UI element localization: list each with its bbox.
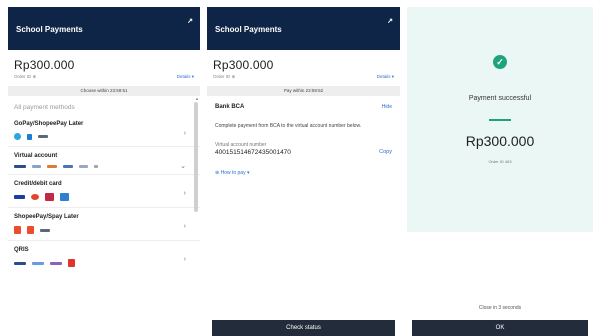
virtual-account-screen: School Payments ↗ Rp300.000 Order ID ⊕ D…: [207, 7, 400, 336]
success-area: ✓ Payment successful Rp300.000 Order ID …: [407, 7, 593, 232]
check-circle-icon: ✓: [493, 55, 507, 69]
jcb-logo: [45, 193, 54, 201]
ok-button[interactable]: OK: [412, 320, 588, 336]
bank-name: Bank BCA: [215, 104, 245, 110]
method-card[interactable]: Credit/debit card ›: [8, 175, 200, 208]
shopee-logo: [14, 226, 21, 234]
deadline-bar: Choose within 23:59:51: [8, 86, 200, 96]
va-row: 400151514672435001470 Copy: [207, 148, 400, 156]
order-id: Order ID 463: [488, 159, 512, 164]
method-name: Virtual account: [14, 153, 58, 159]
paylater-logo: [40, 228, 50, 232]
qris-logo: [14, 261, 26, 265]
chevron-right-icon: ›: [183, 256, 186, 263]
details-link[interactable]: Details ▾: [377, 74, 394, 80]
spaylater-logo: [27, 226, 34, 234]
success-text: Payment successful: [468, 95, 532, 102]
instructions: Complete payment from BCA to the virtual…: [215, 123, 362, 129]
header-title: School Payments: [16, 25, 83, 34]
how-to-pay-link[interactable]: ⊕ How to pay ▾: [207, 156, 400, 176]
order-id: Order ID ⊕: [213, 74, 236, 79]
visa-logo: [14, 195, 25, 199]
scrollbar[interactable]: [194, 102, 198, 212]
success-amount: Rp300.000: [465, 133, 535, 149]
close-icon[interactable]: ↗: [387, 17, 393, 25]
mandiri-logo: [32, 165, 41, 168]
other-bank-logo: [94, 165, 98, 168]
close-countdown: Close in 3 seconds: [478, 305, 522, 311]
bri-logo: [63, 165, 73, 168]
linkaja-logo: [68, 259, 75, 267]
chevron-right-icon: ›: [183, 190, 186, 197]
method-logos: [14, 133, 194, 140]
check-status-button[interactable]: Check status: [212, 320, 395, 336]
close-icon[interactable]: ↗: [187, 17, 193, 25]
ovo-logo: [50, 261, 62, 265]
paylater-logo: [38, 135, 48, 138]
method-logos: [14, 165, 194, 168]
chevron-down-icon: ⌄: [180, 163, 186, 170]
va-number: 400151514672435001470: [215, 149, 291, 156]
header: School Payments ↗: [207, 7, 400, 50]
section-label: All payment methods: [14, 104, 75, 111]
header: School Payments ↗: [8, 7, 200, 50]
details-link[interactable]: Details ▾: [177, 74, 194, 80]
dana-logo: [32, 261, 44, 265]
mastercard-logo: [31, 194, 39, 200]
payment-methods-screen: School Payments ↗ Rp300.000 Order ID ⊕ D…: [8, 7, 200, 336]
permata-logo: [79, 165, 88, 168]
copy-button[interactable]: Copy: [379, 149, 392, 156]
method-gopay[interactable]: GoPay/ShopeePay Later ›: [8, 115, 200, 147]
bni-logo: [47, 165, 57, 168]
chevron-right-icon: ›: [183, 130, 186, 137]
header-title: School Payments: [215, 25, 282, 34]
method-name: QRIS: [14, 247, 29, 253]
payment-amount: Rp300.000: [14, 58, 75, 72]
method-virtual-account[interactable]: Virtual account ⌄: [8, 147, 200, 175]
method-name: ShopeePay/Spay Later: [14, 214, 79, 220]
hide-link[interactable]: Hide: [382, 104, 392, 110]
deadline-bar: Pay within 23:59:52: [207, 86, 400, 96]
method-qris[interactable]: QRIS ›: [8, 241, 200, 273]
gopay-logo: [14, 133, 21, 140]
va-label: Virtual account number: [215, 142, 267, 148]
divider: [489, 119, 511, 121]
method-name: GoPay/ShopeePay Later: [14, 121, 84, 127]
shopeepay-logo: [27, 133, 32, 140]
order-id: Order ID ⊕: [14, 74, 37, 79]
chevron-right-icon: ›: [183, 223, 186, 230]
method-logos: [14, 193, 194, 201]
method-shopeepay[interactable]: ShopeePay/Spay Later ›: [8, 208, 200, 241]
order-row: Order ID ⊕ Details ▾: [207, 72, 400, 80]
amex-logo: [60, 193, 69, 201]
bank-row: Bank BCA Hide: [207, 96, 400, 110]
method-name: Credit/debit card: [14, 181, 62, 187]
payment-amount: Rp300.000: [213, 58, 274, 72]
scroll-up-icon[interactable]: ▲: [195, 96, 199, 101]
payment-success-screen: ✓ Payment successful Rp300.000 Order ID …: [407, 7, 593, 336]
method-logos: [14, 259, 194, 267]
method-logos: [14, 226, 194, 234]
order-row: Order ID ⊕ Details ▾: [8, 72, 200, 80]
bca-logo: [14, 165, 26, 168]
